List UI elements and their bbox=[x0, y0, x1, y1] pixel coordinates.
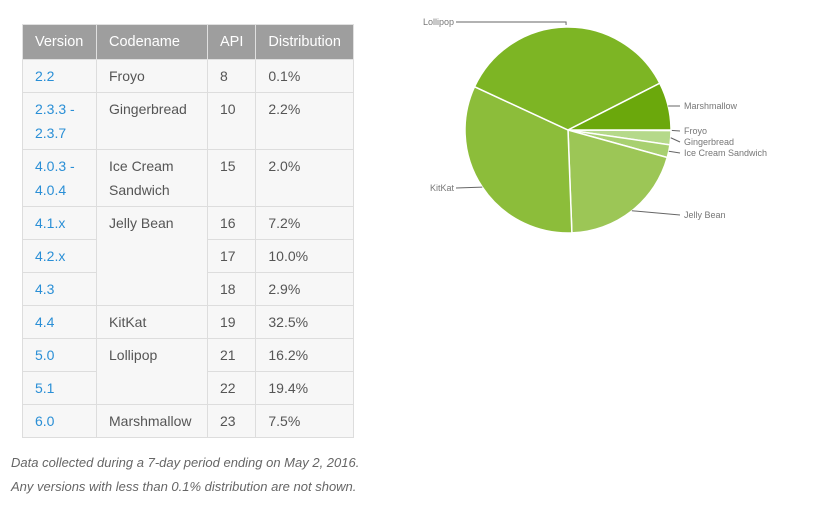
distribution-cell: 32.5% bbox=[255, 305, 354, 339]
table-row: 2.2 Froyo 8 0.1% bbox=[22, 59, 354, 93]
distribution-cell: 7.2% bbox=[255, 206, 354, 240]
column-header-version: Version bbox=[22, 24, 97, 60]
version-link[interactable]: 4.3 bbox=[35, 281, 54, 297]
distribution-cell: 19.4% bbox=[255, 371, 354, 405]
note-collection-period: Data collected during a 7-day period end… bbox=[11, 455, 360, 470]
codename-cell: Gingerbread bbox=[96, 92, 208, 150]
leader-line bbox=[455, 186, 483, 189]
distribution-pie-chart: FroyoGingerbreadIce Cream Sandwich Jelly … bbox=[423, 17, 767, 234]
api-cell: 10 bbox=[206, 92, 257, 150]
version-link[interactable]: 4.1.x bbox=[35, 215, 65, 231]
api-cell: 18 bbox=[206, 272, 257, 306]
table-row: 6.0 Marshmallow 23 7.5% bbox=[22, 404, 354, 438]
version-cell[interactable]: 6.0 bbox=[22, 404, 97, 438]
distribution-cell: 16.2% bbox=[255, 338, 354, 372]
version-cell[interactable]: 2.2 bbox=[22, 59, 97, 93]
table-row: 5.0 Lollipop 21 16.2% bbox=[22, 338, 354, 405]
version-link[interactable]: 2.2 bbox=[35, 68, 54, 84]
version-link[interactable]: 4.0.4 bbox=[35, 182, 66, 198]
table-row: 4.0.3 - 4.0.4 Ice Cream Sandwich 15 2.0% bbox=[22, 149, 354, 207]
version-link[interactable]: 4.4 bbox=[35, 314, 54, 330]
api-cell: 22 bbox=[206, 371, 257, 405]
version-cell[interactable]: 5.1 bbox=[22, 371, 97, 405]
distribution-cell: 2.2% bbox=[255, 92, 354, 150]
version-cell[interactable]: 4.1.x bbox=[22, 206, 97, 240]
leader-line bbox=[456, 21, 567, 26]
version-link[interactable]: 5.0 bbox=[35, 347, 54, 363]
pie-label: Jelly Bean bbox=[684, 210, 726, 220]
version-cell[interactable]: 2.3.3 - 2.3.7 bbox=[22, 92, 97, 150]
pie-label: Gingerbread bbox=[684, 137, 734, 147]
api-cell: 15 bbox=[206, 149, 257, 207]
leader-line bbox=[670, 129, 681, 132]
distribution-cell: 2.0% bbox=[255, 149, 354, 207]
api-cell: 17 bbox=[206, 239, 257, 273]
codename-cell: Jelly Bean bbox=[96, 206, 208, 306]
version-link[interactable]: 5.1 bbox=[35, 380, 54, 396]
version-cell[interactable]: 5.0 bbox=[22, 338, 97, 372]
distribution-cell: 0.1% bbox=[255, 59, 354, 93]
distribution-cell: 10.0% bbox=[255, 239, 354, 273]
pie-label: KitKat bbox=[430, 183, 455, 193]
leader-line bbox=[670, 137, 681, 143]
codename-cell: KitKat bbox=[96, 305, 208, 339]
version-link[interactable]: 4.0.3 - bbox=[35, 158, 75, 174]
api-cell: 8 bbox=[206, 59, 257, 93]
version-cell[interactable]: 4.0.3 - 4.0.4 bbox=[22, 149, 97, 207]
version-cell[interactable]: 4.2.x bbox=[22, 239, 97, 273]
api-cell: 21 bbox=[206, 338, 257, 372]
version-cell[interactable]: 4.4 bbox=[22, 305, 97, 339]
version-link[interactable]: 6.0 bbox=[35, 413, 54, 429]
column-header-distribution: Distribution bbox=[255, 24, 354, 60]
api-cell: 16 bbox=[206, 206, 257, 240]
pie-label: Marshmallow bbox=[684, 101, 738, 111]
pie-label: Froyo bbox=[684, 126, 707, 136]
version-link[interactable]: 2.3.7 bbox=[35, 125, 66, 141]
column-header-api: API bbox=[206, 24, 257, 60]
leader-line bbox=[668, 150, 681, 154]
table-row: 4.1.x Jelly Bean 16 7.2% bbox=[22, 206, 354, 306]
pie-label: Lollipop bbox=[423, 17, 454, 27]
table-row: 4.4 KitKat 19 32.5% bbox=[22, 305, 354, 339]
codename-cell: Marshmallow bbox=[96, 404, 208, 438]
note-threshold: Any versions with less than 0.1% distrib… bbox=[11, 479, 357, 494]
table-row: 2.3.3 - 2.3.7 Gingerbread 10 2.2% bbox=[22, 92, 354, 150]
distribution-cell: 7.5% bbox=[255, 404, 354, 438]
distribution-table: Version Codename API Distribution 2.2 Froyo 8… bbox=[22, 24, 354, 438]
api-cell: 23 bbox=[206, 404, 257, 438]
pie-label: Ice Cream Sandwich bbox=[684, 148, 767, 158]
version-link[interactable]: 2.3.3 - bbox=[35, 101, 75, 117]
codename-cell: Froyo bbox=[96, 59, 208, 93]
column-header-codename: Codename bbox=[96, 24, 208, 60]
codename-cell: Lollipop bbox=[96, 338, 208, 405]
codename-cell: Ice Cream Sandwich bbox=[96, 149, 208, 207]
api-cell: 19 bbox=[206, 305, 257, 339]
distribution-cell: 2.9% bbox=[255, 272, 354, 306]
version-link[interactable]: 4.2.x bbox=[35, 248, 65, 264]
version-cell[interactable]: 4.3 bbox=[22, 272, 97, 306]
leader-line bbox=[631, 210, 681, 216]
